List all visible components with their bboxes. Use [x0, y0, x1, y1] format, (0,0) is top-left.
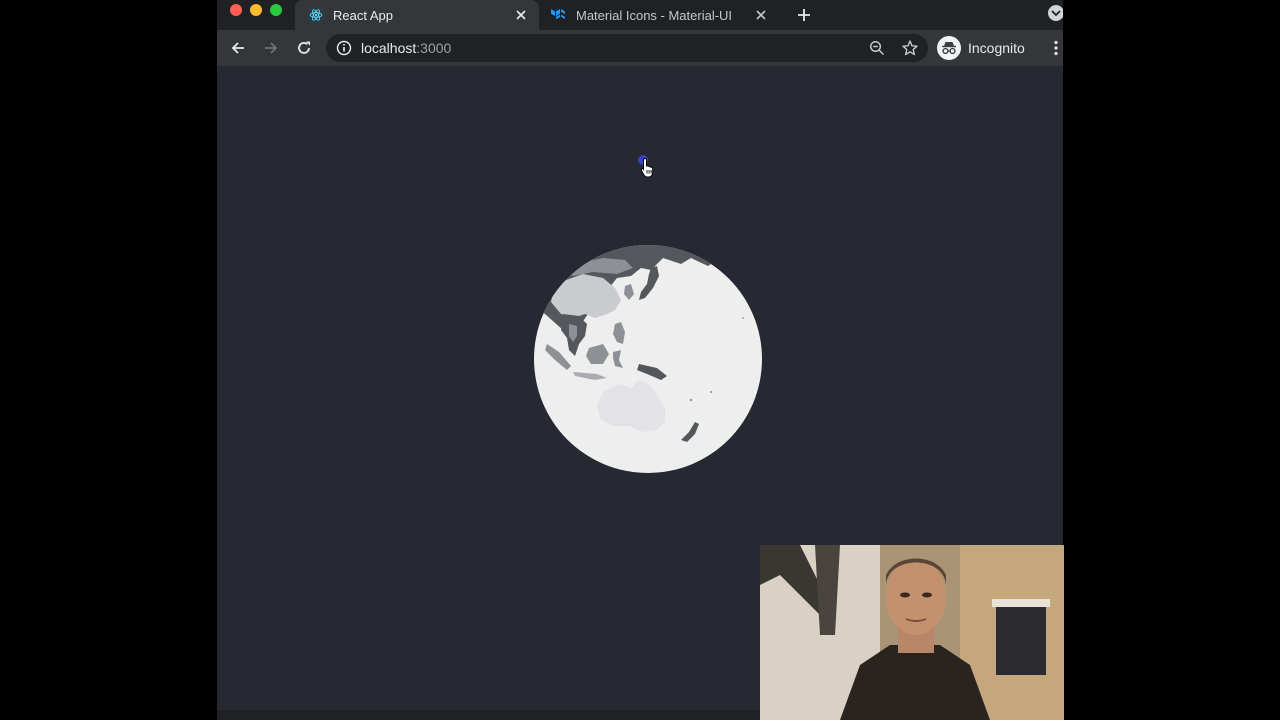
reload-icon	[298, 41, 310, 54]
hand-pointer-icon	[640, 157, 654, 178]
globe-map[interactable]	[533, 244, 763, 474]
tab-strip: React App Material Icons - Material-UI	[217, 0, 1063, 30]
close-tab-icon[interactable]	[753, 7, 769, 23]
zoom-icon[interactable]	[869, 40, 885, 56]
url-host: localhost	[361, 40, 417, 56]
chevron-down-icon	[1051, 10, 1061, 17]
arrow-left-icon	[231, 42, 244, 54]
reload-button[interactable]	[292, 36, 316, 60]
forward-button[interactable]	[259, 36, 283, 60]
land-pacific-island	[710, 391, 712, 393]
browser-toolbar: localhost:3000 Incognito	[217, 30, 1063, 66]
minimize-window-button[interactable]	[250, 4, 262, 16]
close-window-button[interactable]	[230, 4, 242, 16]
tab-react-app[interactable]: React App	[295, 0, 539, 30]
new-tab-button[interactable]	[793, 4, 815, 26]
tab-title: React App	[333, 7, 393, 23]
incognito-label: Incognito	[968, 40, 1025, 56]
react-logo-icon	[308, 7, 324, 23]
incognito-icon	[937, 36, 961, 60]
kebab-menu-icon[interactable]	[1049, 40, 1063, 56]
incognito-profile-button[interactable]: Incognito	[937, 35, 1025, 61]
back-button[interactable]	[226, 36, 250, 60]
url-text: localhost:3000	[361, 34, 451, 62]
close-tab-icon[interactable]	[513, 7, 529, 23]
tab-material-icons[interactable]: Material Icons - Material-UI	[541, 0, 777, 30]
webcam-overlay	[760, 545, 1064, 720]
address-bar[interactable]: localhost:3000	[326, 34, 928, 62]
zoom-window-button[interactable]	[270, 4, 282, 16]
land-pacific-island	[689, 398, 693, 402]
land-pacific-island	[742, 317, 744, 319]
tab-title: Material Icons - Material-UI	[576, 7, 733, 23]
url-port: :3000	[416, 40, 452, 56]
material-ui-logo-icon	[551, 7, 567, 23]
plus-icon	[798, 9, 810, 21]
cursor-marker	[636, 155, 660, 179]
presenter-video-frame	[760, 545, 1064, 720]
arrow-right-icon	[265, 42, 278, 54]
tab-search-button[interactable]	[1048, 5, 1063, 21]
info-icon[interactable]	[336, 40, 352, 56]
bookmark-star-icon[interactable]	[901, 39, 919, 57]
